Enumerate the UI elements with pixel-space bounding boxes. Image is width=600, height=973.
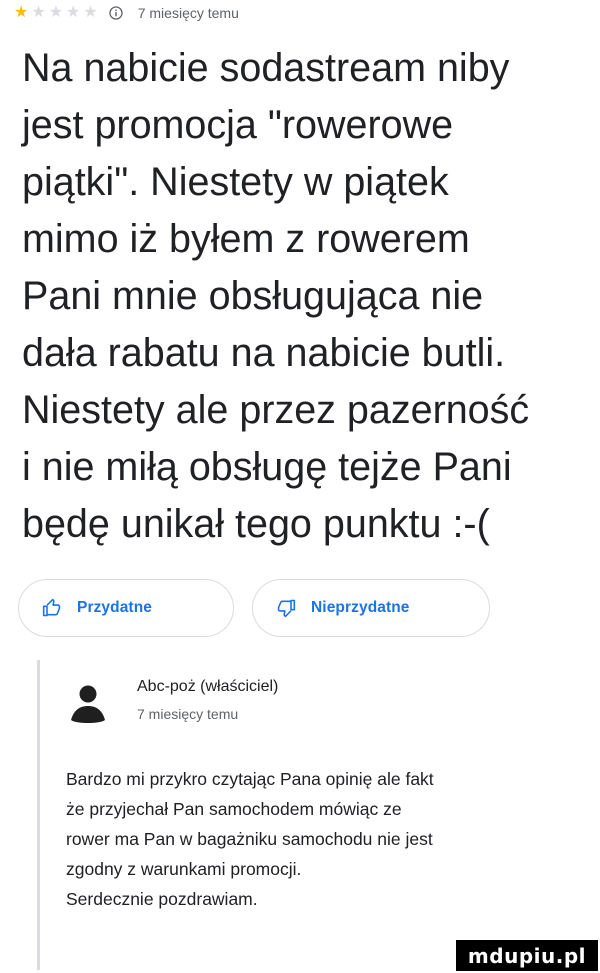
watermark: mdupiu.pl xyxy=(455,940,598,971)
helpful-label: Przydatne xyxy=(77,599,152,616)
star-icon: ★ xyxy=(31,4,46,21)
unhelpful-label: Nieprzydatne xyxy=(311,599,410,616)
owner-name: Abc-poż (właściciel) xyxy=(137,678,279,695)
review-line: Niestety ale przez pazerność xyxy=(22,388,530,432)
person-avatar-icon xyxy=(66,680,110,724)
review-line: Pani mnie obsługująca nie xyxy=(22,274,484,318)
owner-reply-time: 7 miesięcy temu xyxy=(137,706,239,722)
star-icon: ★ xyxy=(83,4,98,21)
reply-line: zgodny z warunkami promocji. xyxy=(66,859,302,879)
thumb-up-icon xyxy=(42,598,61,617)
reply-line: Serdecznie pozdrawiam. xyxy=(66,889,258,909)
reply-line: rower ma Pan w bagażniku samochodu nie j… xyxy=(66,829,433,849)
vote-buttons: Przydatne Nieprzydatne xyxy=(18,579,490,637)
review-line: będę unikał tego punktu :-( xyxy=(22,502,490,546)
review-line: dała rabatu na nabicie butli. xyxy=(22,331,506,375)
star-icon: ★ xyxy=(66,4,81,21)
review-line: Na nabicie sodastream niby xyxy=(22,46,510,90)
star-icon: ★ xyxy=(14,4,29,21)
review-line: mimo iż byłem z rowerem xyxy=(22,217,470,261)
info-icon[interactable] xyxy=(109,6,123,20)
review-meta: ★ ★ ★ ★ ★ 7 miesięcy temu xyxy=(14,0,239,26)
reply-line: Bardzo mi przykro czytając Pana opinię a… xyxy=(66,769,434,789)
owner-reply-text: Bardzo mi przykro czytając Pana opinię a… xyxy=(66,764,586,914)
helpful-button[interactable]: Przydatne xyxy=(18,579,234,637)
review-text: Na nabicie sodastream niby jest promocja… xyxy=(22,40,592,553)
unhelpful-button[interactable]: Nieprzydatne xyxy=(252,579,490,637)
reply-line: że przyjechał Pan samochodem mówiąc ze xyxy=(66,799,402,819)
review-line: i nie miłą obsługę tejże Pani xyxy=(22,445,512,489)
reply-divider xyxy=(37,660,40,970)
star-icon: ★ xyxy=(48,4,64,21)
review-line: jest promocja "rowerowe xyxy=(22,103,454,147)
review-line: piątki". Niestety w piątek xyxy=(22,160,449,204)
review-time: 7 miesięcy temu xyxy=(137,5,239,21)
thumb-down-icon xyxy=(277,599,296,618)
